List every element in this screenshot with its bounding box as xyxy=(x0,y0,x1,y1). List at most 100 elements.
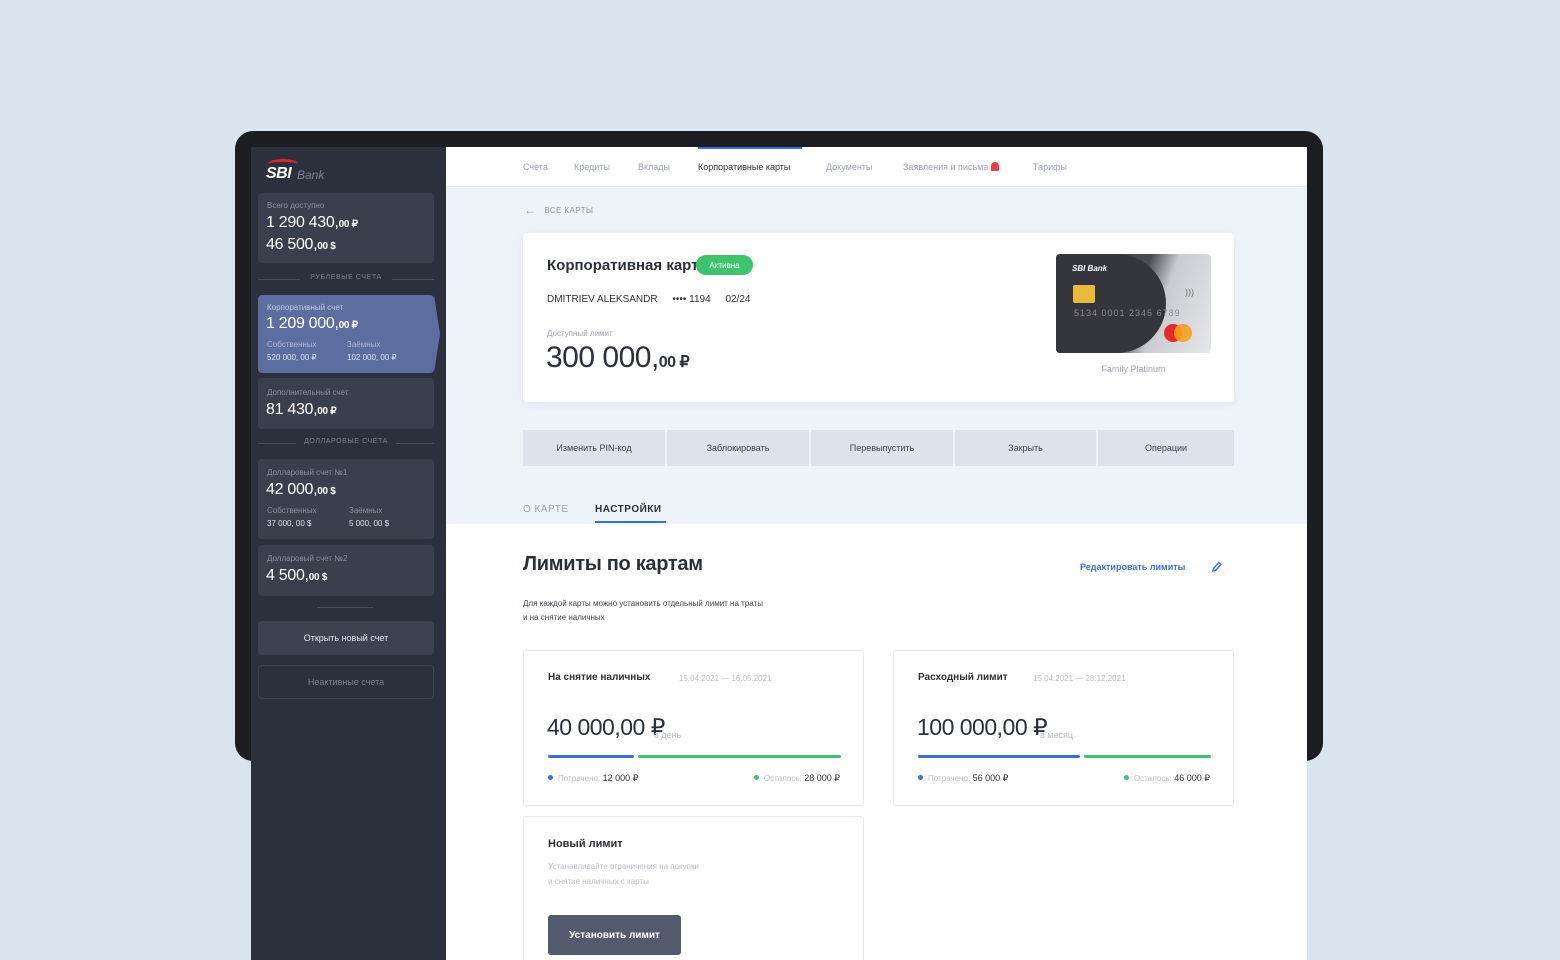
limit-card-spending[interactable]: Расходный лимит 15.04.2021 — 28.12.2021 … xyxy=(893,650,1234,806)
own-value: 520 000, 00 ₽ xyxy=(267,353,317,362)
active-arrow-icon xyxy=(434,295,440,373)
limit-title: Расходный лимит xyxy=(918,672,1008,683)
chip-icon xyxy=(1073,285,1095,303)
own-label: Собственных xyxy=(267,340,317,349)
reissue-button[interactable]: Перевыпустить xyxy=(811,430,953,466)
card-number-masked: •••• 1194 xyxy=(672,294,711,305)
limit-dates: 15.04.2021 — 28.12.2021 xyxy=(1033,674,1126,683)
tab-about-card[interactable]: О КАРТЕ xyxy=(523,504,569,515)
nav-tariffs[interactable]: Тарифы xyxy=(1033,162,1067,172)
nav-active-indicator xyxy=(698,147,802,149)
own-label: Собственных xyxy=(267,506,317,515)
total-usd: 46 500,00 $ xyxy=(266,236,336,253)
spent-bar xyxy=(548,755,634,758)
limit-card-cash[interactable]: На снятие наличных 15.04.2021 — 16.05.20… xyxy=(523,650,864,806)
limits-title: Лимиты по картам xyxy=(523,553,703,575)
arrow-left-icon: ← xyxy=(524,203,537,217)
available-limit-label: Доступный лимит xyxy=(547,329,613,338)
account-usd-2[interactable]: Долларовый счет №2 4 500,00 $ xyxy=(258,545,434,596)
card-image-number: 5134 0001 2345 6789 xyxy=(1074,308,1181,318)
account-balance: 81 430,00 ₽ xyxy=(266,401,337,418)
edit-limits-link[interactable]: Редактировать лимиты xyxy=(1080,562,1185,572)
close-card-button[interactable]: Закрыть xyxy=(955,430,1096,466)
borrowed-label: Заёмных xyxy=(349,506,383,515)
divider xyxy=(317,607,373,608)
nav-applications[interactable]: Заявления и письма xyxy=(903,162,1000,172)
total-label: Всего доступно xyxy=(267,201,325,210)
remaining-bar xyxy=(1084,755,1211,758)
status-badge: Активна xyxy=(696,255,753,275)
new-limit-title: Новый лимит xyxy=(548,838,623,850)
open-account-button[interactable]: Открыть новый счет xyxy=(258,621,434,655)
limit-amount: 100 000,00 ₽ xyxy=(917,714,1048,740)
remaining-stat: Осталось: 46 000 ₽ xyxy=(1123,773,1210,784)
inactive-accounts-button[interactable]: Неактивные счета xyxy=(258,665,434,699)
borrowed-value: 102 000, 00 ₽ xyxy=(347,353,397,362)
back-to-all-cards[interactable]: ← ВСЕ КАРТЫ xyxy=(524,203,593,217)
nav-deposits[interactable]: Вклады xyxy=(638,162,670,172)
card-expiry: 02/24 xyxy=(725,294,751,305)
total-rub: 1 290 430,00 ₽ xyxy=(266,214,358,231)
main-content: Счета Кредиты Вклады Корпоративные карты… xyxy=(446,147,1307,960)
blue-dot-icon xyxy=(918,775,923,780)
pencil-icon[interactable] xyxy=(1211,560,1222,573)
card-type-caption: Family Platinum xyxy=(1101,364,1166,374)
spent-stat: Потрачено: 12 000 ₽ xyxy=(548,773,638,784)
green-dot-icon xyxy=(753,775,759,780)
remaining-stat: Осталось: 28 000 ₽ xyxy=(753,773,840,784)
account-label: Долларовый счет №1 xyxy=(267,468,348,477)
card-title: Корпоративная карта xyxy=(547,257,707,274)
card-holder: DMITRIEV ALEKSANDR xyxy=(547,294,658,305)
spent-stat: Потрачено: 56 000 ₽ xyxy=(918,773,1008,784)
section-usd-label: ДОЛЛАРОВЫЕ СЧЕТА xyxy=(304,438,388,445)
card-image-brand: SBI Bank xyxy=(1072,264,1108,273)
section-usd-accounts: ДОЛЛАРОВЫЕ СЧЕТА xyxy=(258,437,434,449)
nav-documents[interactable]: Документы xyxy=(826,162,872,172)
new-limit-description: Устанавливайте ограничения на покупки и с… xyxy=(548,862,699,886)
account-label: Дополнительный счет xyxy=(267,388,349,397)
nav-credits[interactable]: Кредиты xyxy=(574,162,610,172)
logo-bank: Bank xyxy=(297,168,325,182)
account-usd-1[interactable]: Долларовый счет №1 42 000,00 $ Собственн… xyxy=(258,459,434,539)
limit-title: На снятие наличных xyxy=(548,672,651,683)
account-balance: 1 209 000,00 ₽ xyxy=(266,315,358,332)
borrowed-value: 5 000, 00 $ xyxy=(349,519,390,528)
remaining-bar xyxy=(638,755,841,758)
app-screen: SBI Bank Всего доступно 1 290 430,00 ₽ 4… xyxy=(251,147,1307,960)
sidebar: SBI Bank Всего доступно 1 290 430,00 ₽ 4… xyxy=(251,147,446,960)
tab-settings[interactable]: НАСТРОЙКИ xyxy=(595,504,662,515)
new-limit-card: Новый лимит Устанавливайте ограничения н… xyxy=(523,816,864,960)
section-rub-label: РУБЛЕВЫЕ СЧЕТА xyxy=(310,274,382,281)
top-nav: Счета Кредиты Вклады Корпоративные карты… xyxy=(446,147,1307,187)
back-label: ВСЕ КАРТЫ xyxy=(544,206,594,215)
green-dot-icon xyxy=(1123,775,1129,780)
set-limit-button[interactable]: Установить лимит xyxy=(548,915,681,955)
borrowed-label: Заёмных xyxy=(347,340,381,349)
spent-bar xyxy=(918,755,1080,758)
section-rub-accounts: РУБЛЕВЫЕ СЧЕТА xyxy=(258,273,434,285)
nav-accounts[interactable]: Счета xyxy=(523,162,548,172)
bell-icon xyxy=(991,162,1000,171)
block-button[interactable]: Заблокировать xyxy=(667,430,809,466)
limit-dates: 15.04.2021 — 16.05.2021 xyxy=(679,674,772,683)
card-holder-row: DMITRIEV ALEKSANDR •••• 1194 02/24 xyxy=(547,294,762,305)
logo-sbi: SBI xyxy=(266,165,292,182)
account-label: Корпоративный счет xyxy=(267,303,344,312)
limit-period: в месяц xyxy=(1040,730,1074,740)
change-pin-button[interactable]: Изменить PIN-код xyxy=(523,430,665,466)
account-balance: 4 500,00 $ xyxy=(266,567,327,584)
total-available-card: Всего доступно 1 290 430,00 ₽ 46 500,00 … xyxy=(258,193,434,263)
operations-button[interactable]: Операции xyxy=(1098,430,1234,466)
account-extra[interactable]: Дополнительный счет 81 430,00 ₽ xyxy=(258,378,434,429)
available-limit-value: 300 000,00 ₽ xyxy=(546,341,690,374)
card-details-panel: Корпоративная карта Активна DMITRIEV ALE… xyxy=(523,233,1234,402)
limits-description: Для каждой карты можно установить отдель… xyxy=(523,599,763,622)
limit-amount: 40 000,00 ₽ xyxy=(547,714,665,740)
card-image: SBI Bank ))) 5134 0001 2345 6789 xyxy=(1056,254,1211,353)
limit-period: в день xyxy=(654,730,682,740)
blue-dot-icon xyxy=(548,775,553,780)
contactless-icon: ))) xyxy=(1185,287,1194,297)
own-value: 37 000, 00 $ xyxy=(267,519,312,528)
account-corporate[interactable]: Корпоративный счет 1 209 000,00 ₽ Собств… xyxy=(258,295,440,373)
nav-corporate-cards[interactable]: Корпоративные карты xyxy=(698,162,790,172)
